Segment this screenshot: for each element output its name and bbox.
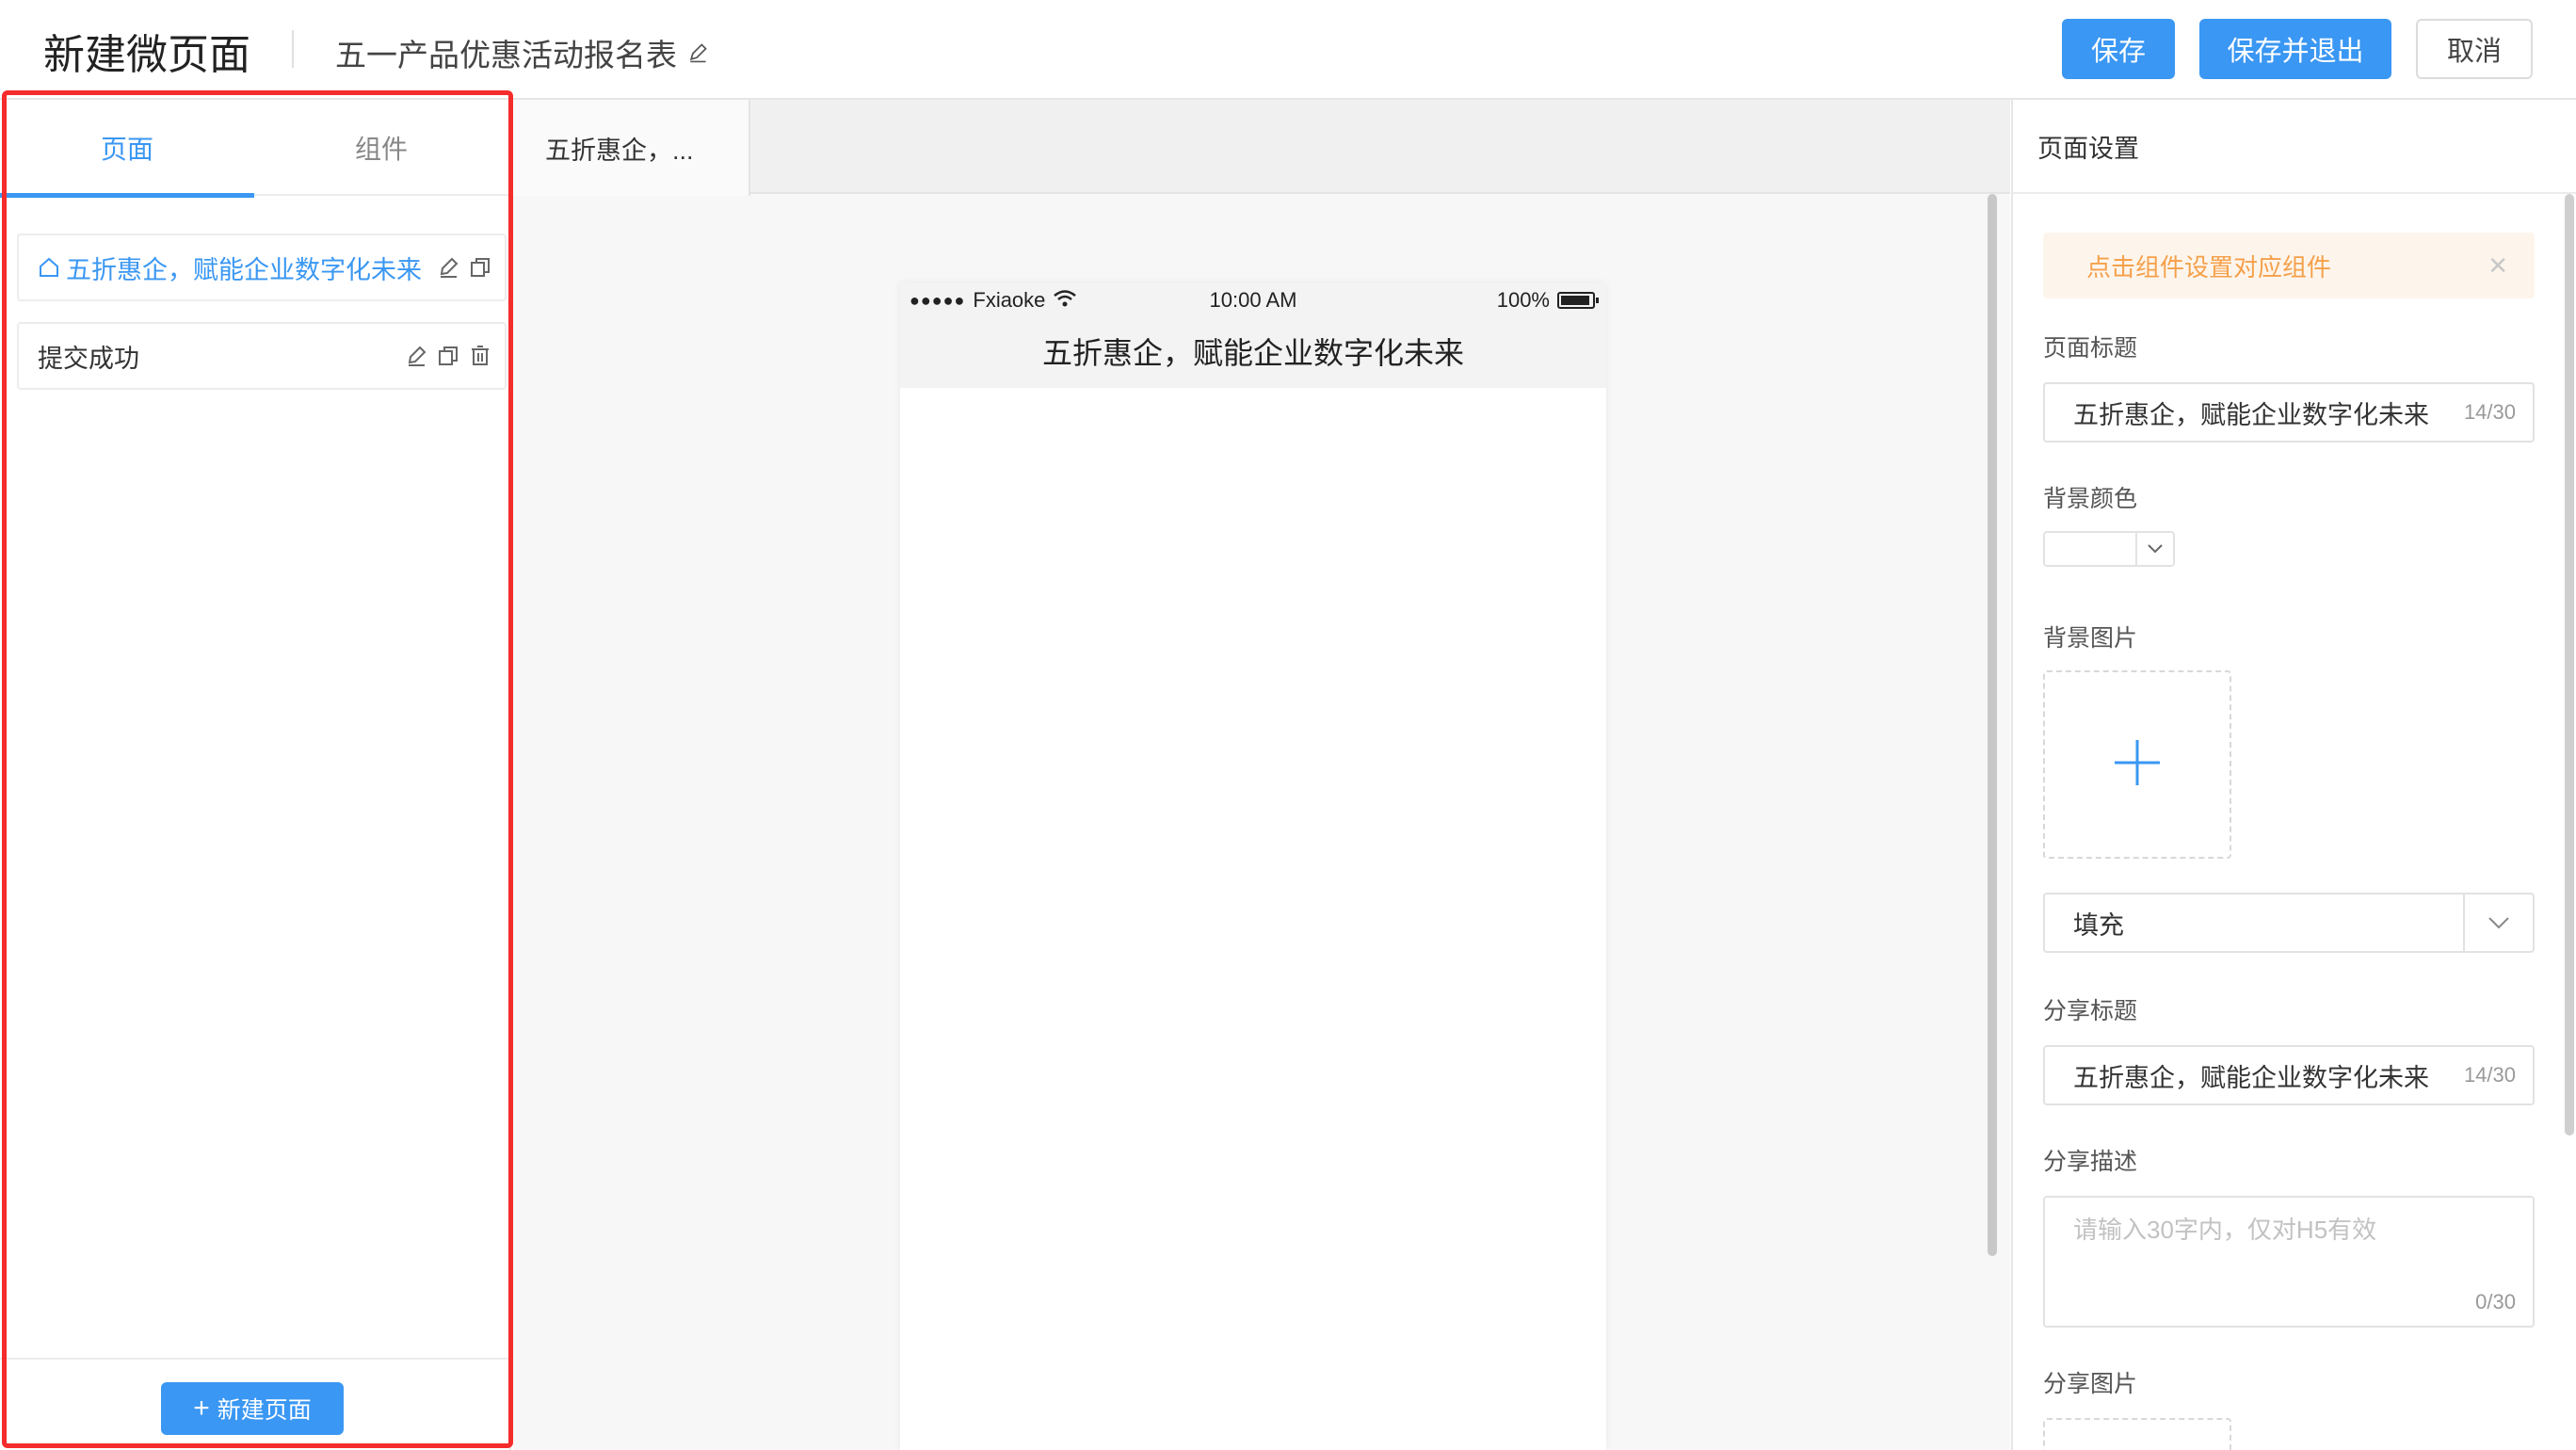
share-title-label: 分享标题 (2043, 998, 2138, 1024)
preview-canvas: 五折惠企，... ●●●●● Fxiaoke 10:00 AM 100% 五折惠… (513, 100, 2010, 1450)
chevron-down-icon (2463, 894, 2533, 951)
page-title-count: 14/30 (2463, 400, 2516, 424)
home-icon (38, 256, 60, 279)
phone-header: ●●●●● Fxiaoke 10:00 AM 100% 五折惠企，赋能企业数字化… (900, 282, 1606, 388)
settings-panel: 页面设置 点击组件设置对应组件 ✕ 页面标题 五折惠企，赋能企业数字化未来 14… (2011, 100, 2576, 1450)
page-item-actions (405, 324, 491, 388)
left-tabs: 页面 组件 (0, 100, 511, 198)
phone-preview: ●●●●● Fxiaoke 10:00 AM 100% 五折惠企，赋能企业数字化… (900, 282, 1606, 1450)
tab-pages-label: 页面 (100, 135, 153, 164)
edit-icon[interactable] (405, 345, 427, 367)
plus-icon: + (193, 1393, 210, 1424)
share-image-upload[interactable] (2043, 1418, 2231, 1450)
top-header: 新建微页面 五一产品优惠活动报名表 保存 保存并退出 取消 (0, 0, 2576, 100)
page-list-item-success[interactable]: 提交成功 (17, 322, 507, 390)
form-name-label: 五一产品优惠活动报名表 (335, 38, 677, 72)
battery-icon (1557, 292, 1599, 309)
share-desc-label: 分享描述 (2043, 1149, 2138, 1175)
settings-scrollbar[interactable] (2565, 194, 2574, 1136)
phone-page-title: 五折惠企，赋能企业数字化未来 (1041, 336, 1464, 370)
share-title-input-value: 五折惠企，赋能企业数字化未来 (2073, 1063, 2429, 1092)
copy-icon[interactable] (469, 256, 491, 279)
page-title: 新建微页面 (43, 32, 250, 78)
close-icon[interactable]: ✕ (2487, 251, 2508, 281)
phone-status-bar: ●●●●● Fxiaoke 10:00 AM 100% (900, 282, 1606, 318)
share-desc-placeholder: 请输入30字内，仅对H5有效 (2073, 1216, 2377, 1244)
share-title-input[interactable]: 五折惠企，赋能企业数字化未来 14/30 (2043, 1045, 2535, 1105)
share-image-label: 分享图片 (2043, 1371, 2138, 1397)
left-footer: + 新建页面 (0, 1358, 511, 1450)
plus-icon (2113, 738, 2162, 792)
page-title-input[interactable]: 五折惠企，赋能企业数字化未来 14/30 (2043, 382, 2535, 443)
new-page-button[interactable]: + 新建页面 (161, 1382, 344, 1435)
tab-active-indicator (0, 193, 254, 198)
save-button[interactable]: 保存 (2062, 19, 2175, 79)
tab-components-label: 组件 (354, 135, 408, 164)
bg-image-upload[interactable] (2043, 670, 2231, 859)
page-list-item-label: 五折惠企，赋能企业数字化未来 (66, 255, 422, 284)
bg-fill-select[interactable]: 填充 (2043, 893, 2535, 953)
bg-image-label: 背景图片 (2043, 625, 2138, 652)
hint-alert-text: 点击组件设置对应组件 (2086, 252, 2332, 282)
share-desc-count: 0/30 (2475, 1290, 2516, 1313)
hint-alert: 点击组件设置对应组件 ✕ (2043, 233, 2535, 298)
status-right: 100% (1496, 288, 1599, 313)
copy-icon[interactable] (437, 345, 459, 367)
save-and-exit-button[interactable]: 保存并退出 (2199, 19, 2391, 79)
bg-color-picker[interactable] (2043, 531, 2175, 567)
cancel-button[interactable]: 取消 (2416, 19, 2533, 79)
left-panel: 页面 组件 五折惠企，赋能企业数字化未来 提交成功 + 新建页面 (0, 100, 511, 1450)
page-title-input-value: 五折惠企，赋能企业数字化未来 (2073, 400, 2429, 429)
edit-icon[interactable] (686, 41, 709, 64)
battery-percent: 100% (1496, 288, 1550, 312)
delete-icon[interactable] (469, 345, 491, 367)
bg-fill-value: 填充 (2073, 910, 2124, 940)
preview-scrollbar[interactable] (1988, 194, 1997, 1256)
tab-pages[interactable]: 页面 (0, 100, 254, 198)
page-title-label: 页面标题 (2043, 335, 2138, 362)
header-divider (292, 30, 294, 68)
bg-color-label: 背景颜色 (2043, 486, 2138, 512)
settings-header: 页面设置 (2013, 100, 2576, 194)
preview-tabbar: 五折惠企，... (513, 100, 2010, 196)
new-page-label: 新建页面 (217, 1397, 312, 1424)
tab-components[interactable]: 组件 (254, 100, 508, 196)
page-list-item-label: 提交成功 (38, 344, 139, 373)
page-item-actions (437, 235, 491, 299)
form-name[interactable]: 五一产品优惠活动报名表 (335, 30, 709, 75)
share-desc-textarea[interactable]: 请输入30字内，仅对H5有效 0/30 (2043, 1196, 2535, 1328)
share-title-count: 14/30 (2463, 1063, 2516, 1087)
preview-tab[interactable]: 五折惠企，... (513, 100, 750, 196)
edit-icon[interactable] (437, 256, 459, 279)
page-list-item-home[interactable]: 五折惠企，赋能企业数字化未来 (17, 234, 507, 301)
chevron-down-icon (2135, 533, 2173, 565)
